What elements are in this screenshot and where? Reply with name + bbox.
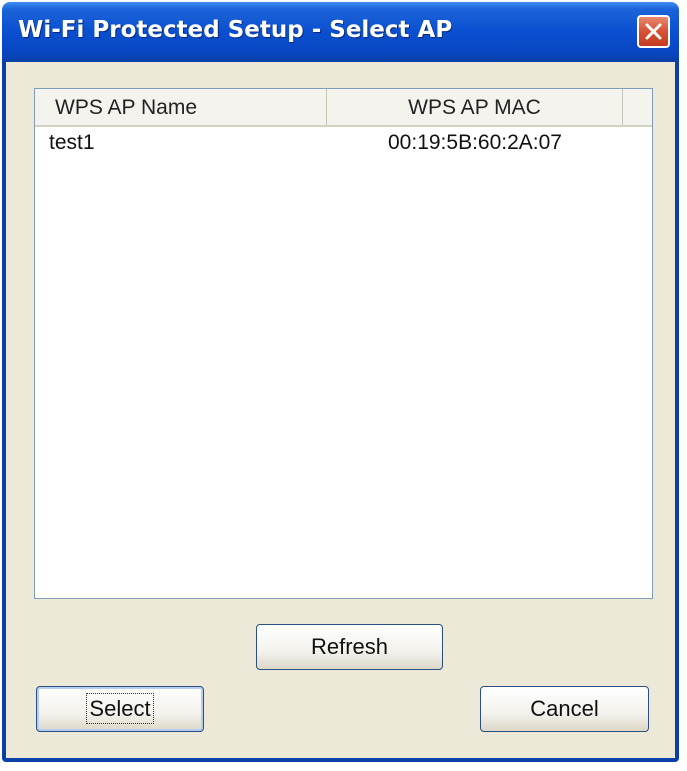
title-bar[interactable]: Wi-Fi Protected Setup - Select AP: [2, 2, 679, 62]
dialog-window: Wi-Fi Protected Setup - Select AP WPS AP…: [2, 2, 679, 762]
window-title: Wi-Fi Protected Setup - Select AP: [18, 17, 453, 43]
close-button[interactable]: [637, 15, 670, 48]
column-header-name[interactable]: WPS AP Name: [35, 89, 327, 125]
dialog-body: WPS AP Name WPS AP MAC test1 00:19:5B:60…: [6, 62, 675, 758]
refresh-button[interactable]: Refresh: [256, 624, 443, 670]
ap-mac-cell: 00:19:5B:60:2A:07: [388, 131, 562, 154]
select-button-label: Select: [86, 693, 154, 724]
list-header: WPS AP Name WPS AP MAC: [35, 89, 652, 127]
ap-name-cell: test1: [49, 131, 95, 154]
close-icon: [645, 23, 662, 40]
column-header-mac[interactable]: WPS AP MAC: [327, 89, 623, 125]
list-row[interactable]: test1 00:19:5B:60:2A:07: [35, 127, 652, 159]
select-button[interactable]: Select: [36, 686, 204, 732]
cancel-button[interactable]: Cancel: [480, 686, 649, 732]
ap-list[interactable]: WPS AP Name WPS AP MAC test1 00:19:5B:60…: [34, 88, 653, 599]
